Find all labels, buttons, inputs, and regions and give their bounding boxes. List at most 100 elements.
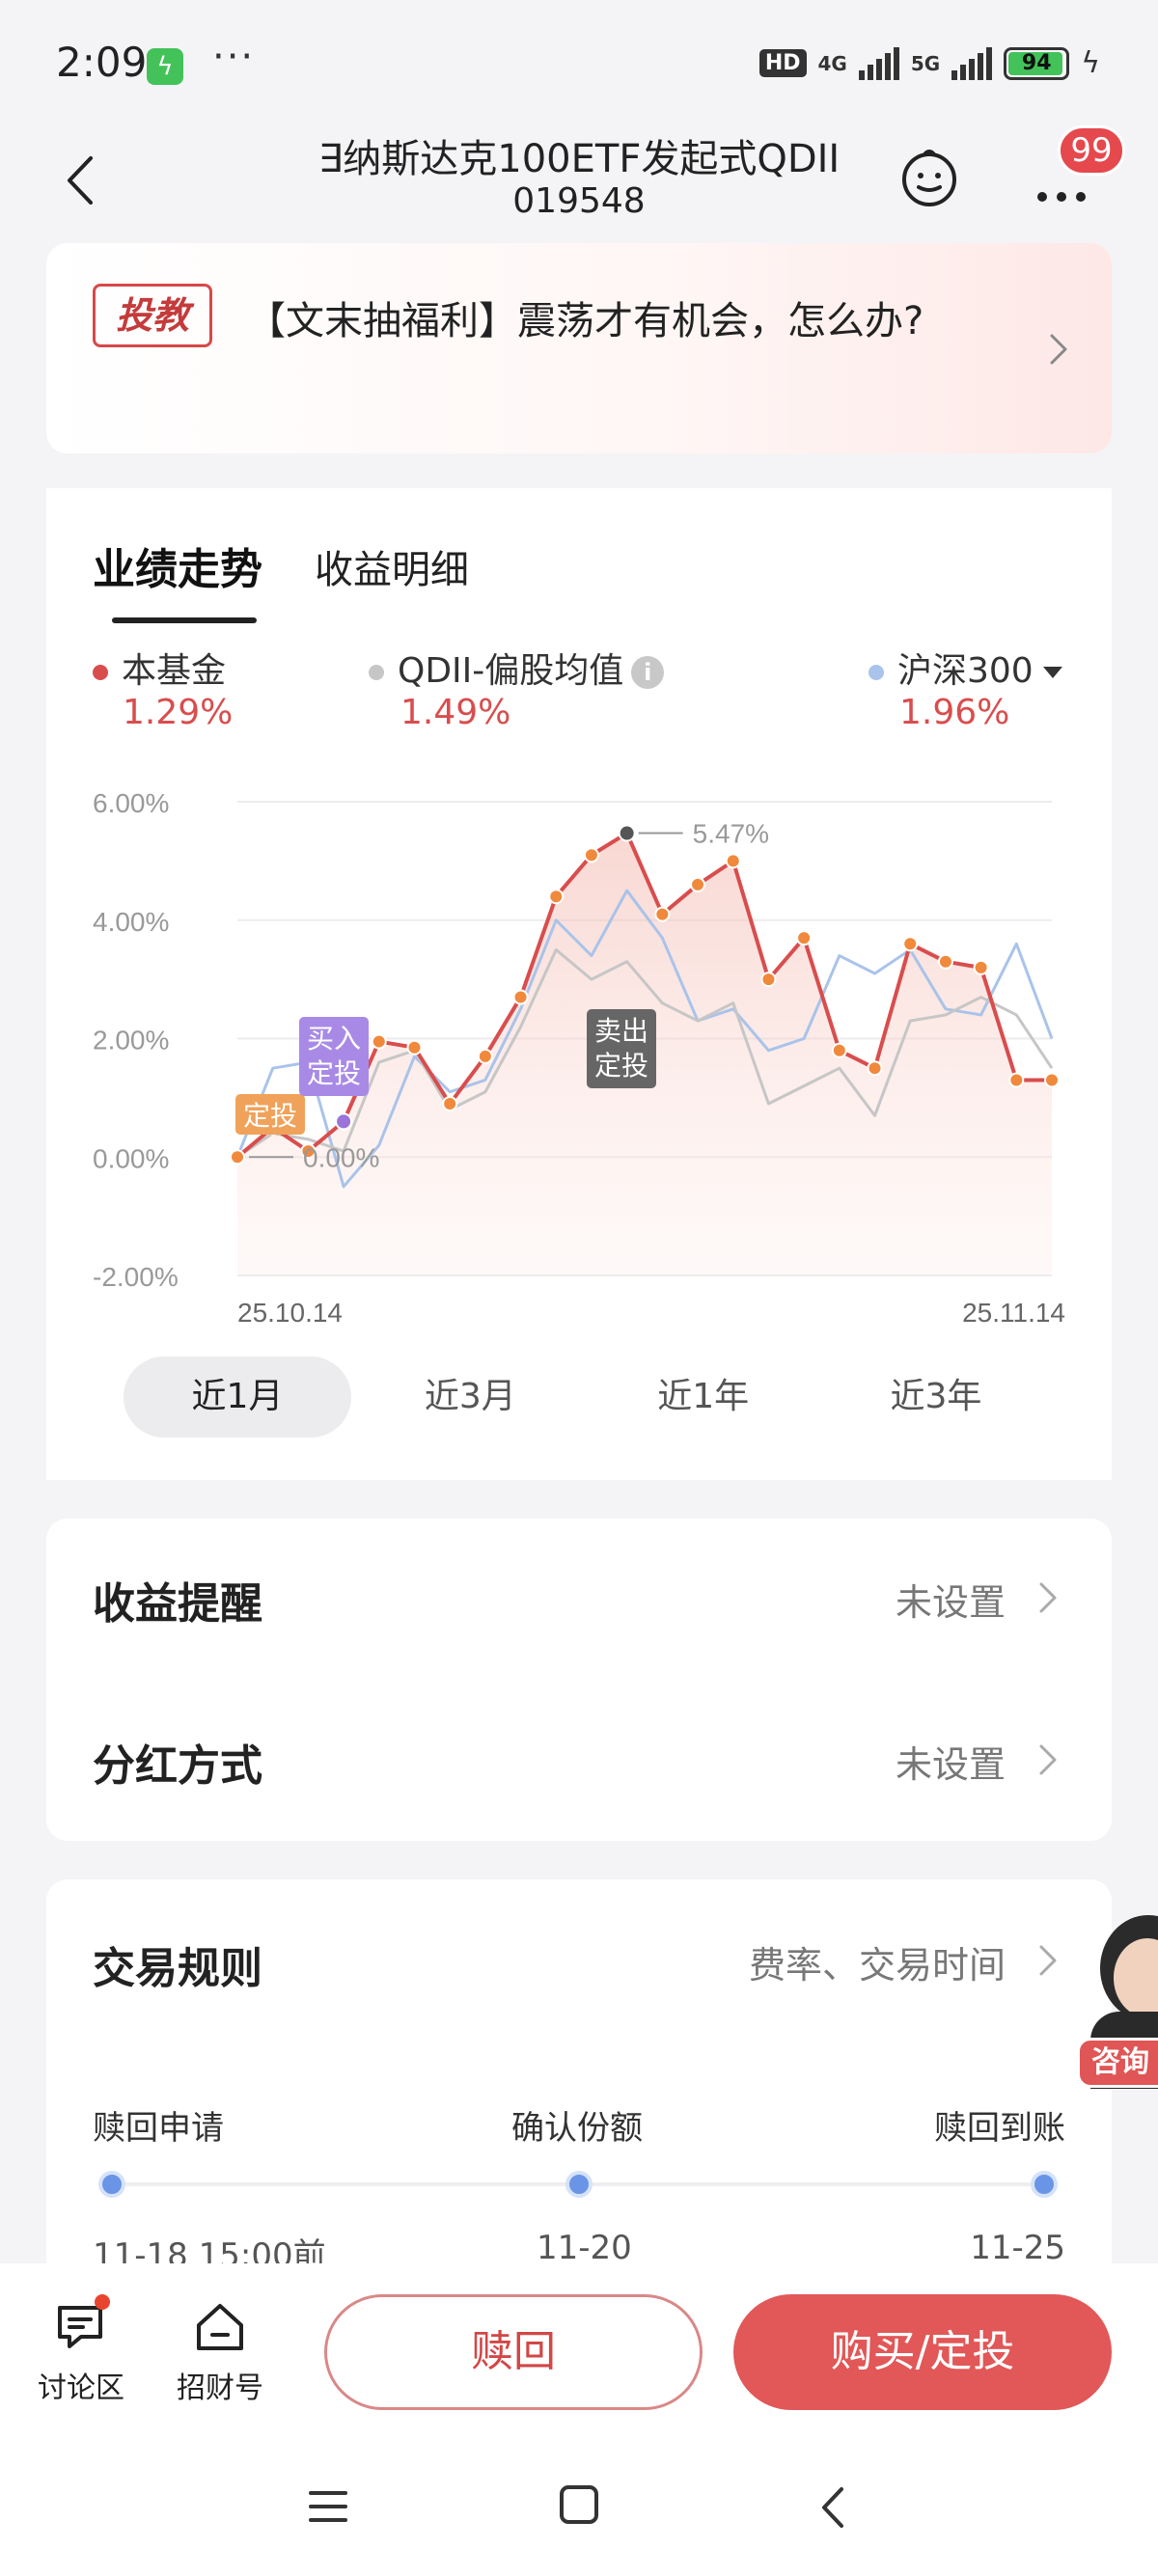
system-navigation-bar bbox=[0, 2447, 1158, 2576]
max-point bbox=[618, 824, 636, 842]
step-date: 11-25 bbox=[970, 2229, 1065, 2267]
education-banner[interactable]: 【文末抽福利】震荡才有机会，怎么办? 投教 bbox=[46, 243, 1112, 453]
hd-badge: HD bbox=[758, 49, 807, 77]
x-tick-label: 25.10.14 bbox=[237, 1298, 343, 1328]
chevron-right-icon bbox=[1039, 1582, 1057, 1613]
zhaocai-button[interactable]: 招财号 bbox=[162, 2298, 278, 2406]
network-5g-label: 5G bbox=[910, 51, 941, 75]
fund-code: 019548 bbox=[512, 181, 646, 221]
battery-icon: 94 bbox=[1004, 46, 1070, 80]
banner-text: 【文末抽福利】震荡才有机会，怎么办? bbox=[247, 299, 924, 343]
notification-badge: 99 bbox=[1058, 125, 1125, 176]
range-tab-1m[interactable]: 近1月 bbox=[124, 1357, 351, 1438]
signal-5g-icon bbox=[951, 46, 993, 80]
charging-app-icon: ϟ bbox=[147, 48, 183, 85]
setting-label: 收益提醒 bbox=[93, 1579, 262, 1629]
status-bar: 2:09 ϟ ··· HD 4G 5G 94 ϟ bbox=[0, 0, 1158, 125]
fund-data-point bbox=[406, 1039, 423, 1055]
sell-tag-text: 卖出 bbox=[594, 1015, 648, 1047]
fund-data-point bbox=[796, 930, 813, 946]
discussion-label: 讨论区 bbox=[38, 2371, 124, 2405]
range-tab-3m[interactable]: 近3月 bbox=[356, 1357, 584, 1438]
fund-data-point bbox=[1008, 1072, 1025, 1088]
chevron-right-icon bbox=[1050, 334, 1067, 365]
fund-data-point bbox=[902, 936, 919, 952]
rules-fee-link[interactable]: 费率、交易时间 bbox=[749, 1935, 1006, 1988]
step-redeem-arrival: 赎回到账 bbox=[934, 2109, 1065, 2148]
fund-data-point bbox=[867, 1060, 883, 1077]
status-indicators: HD 4G 5G 94 ϟ bbox=[758, 46, 1100, 80]
system-back-icon[interactable] bbox=[813, 2483, 855, 2532]
buy-tag-text: 买入 bbox=[307, 1023, 361, 1055]
network-4g-label: 4G bbox=[817, 51, 847, 75]
fund-data-point bbox=[1044, 1072, 1060, 1088]
fund-data-point bbox=[371, 1033, 387, 1050]
chevron-right-icon bbox=[1039, 1945, 1057, 1976]
setting-label: 分红方式 bbox=[93, 1741, 262, 1791]
settings-card: 收益提醒 未设置 分红方式 未设置 bbox=[46, 1519, 1112, 1841]
sell-tag-text: 定投 bbox=[594, 1050, 648, 1082]
timeline-dot bbox=[565, 2171, 593, 2198]
performance-card: 业绩走势 收益明细 本基金 1.29% QDII-偏股均值 i 1.49% 沪深3… bbox=[46, 488, 1112, 1480]
step-confirm-shares: 确认份额 bbox=[511, 2109, 643, 2148]
timeline-dot bbox=[98, 2171, 125, 2198]
range-selector: 近1月 近3月 近1年 近3年 bbox=[124, 1357, 1050, 1438]
fund-data-point bbox=[442, 1096, 458, 1112]
min-value-label: 0.00% bbox=[303, 1142, 379, 1172]
discussion-button[interactable]: 讨论区 bbox=[23, 2294, 139, 2406]
menu-icon[interactable] bbox=[307, 2485, 349, 2528]
home-icon bbox=[191, 2298, 249, 2356]
dingtou-tag-text: 定投 bbox=[243, 1100, 297, 1132]
buy-point bbox=[335, 1112, 353, 1131]
charging-icon: ϟ bbox=[1081, 46, 1100, 80]
y-tick-label: 4.00% bbox=[93, 907, 169, 937]
chevron-right-icon bbox=[1039, 1744, 1057, 1775]
y-tick-label: -2.00% bbox=[93, 1262, 179, 1292]
home-square-icon[interactable] bbox=[558, 2483, 600, 2526]
buy-invest-button[interactable]: 购买/定投 bbox=[733, 2294, 1112, 2410]
step-date: 11-20 bbox=[537, 2229, 632, 2267]
setting-value: 未设置 bbox=[895, 1743, 1006, 1786]
buy-tag-text: 定投 bbox=[307, 1057, 361, 1089]
back-arrow-icon[interactable] bbox=[58, 147, 106, 214]
fund-data-point bbox=[831, 1042, 847, 1058]
fund-data-point bbox=[477, 1048, 493, 1064]
battery-level: 94 bbox=[1021, 50, 1052, 75]
y-tick-label: 0.00% bbox=[93, 1143, 169, 1173]
bottom-action-bar: 讨论区 招财号 赎回 购买/定投 bbox=[0, 2263, 1158, 2447]
chat-icon bbox=[52, 2294, 110, 2356]
range-tab-3y[interactable]: 近3年 bbox=[822, 1357, 1050, 1438]
performance-chart[interactable]: 6.00% 4.00% 2.00% 0.00% -2.00% 25.10.14 25.11.… bbox=[46, 488, 1112, 1337]
fund-data-point bbox=[230, 1149, 245, 1165]
consult-button[interactable]: 咨询 bbox=[1077, 2038, 1158, 2088]
fund-data-point bbox=[760, 972, 777, 988]
fund-data-point bbox=[654, 906, 671, 922]
fund-data-point bbox=[973, 959, 989, 975]
fund-data-point bbox=[583, 847, 599, 863]
signal-4g-icon bbox=[858, 46, 899, 80]
y-tick-label: 2.00% bbox=[93, 1026, 169, 1055]
status-time: 2:09 bbox=[56, 39, 148, 86]
range-tab-1y[interactable]: 近1年 bbox=[590, 1357, 817, 1438]
fund-title: ∃纳斯达克100ETF发起式QDII bbox=[318, 137, 840, 181]
notification-more-icon: ··· bbox=[212, 35, 256, 79]
customer-service-icon[interactable] bbox=[897, 145, 961, 208]
fund-data-point bbox=[725, 853, 741, 869]
fund-data-point bbox=[937, 953, 953, 970]
top-nav: ∃纳斯达克100ETF发起式QDII 019548 99 bbox=[0, 125, 1158, 241]
fund-data-point bbox=[690, 876, 706, 892]
dividend-method-row[interactable]: 分红方式 未设置 bbox=[46, 1681, 1112, 1841]
rules-title: 交易规则 bbox=[93, 1944, 262, 1993]
setting-value: 未设置 bbox=[895, 1581, 1006, 1624]
fund-data-point bbox=[512, 989, 529, 1005]
unread-dot bbox=[95, 2294, 110, 2310]
income-reminder-row[interactable]: 收益提醒 未设置 bbox=[46, 1519, 1112, 1679]
redeem-button[interactable]: 赎回 bbox=[324, 2294, 703, 2410]
x-tick-label: 25.11.14 bbox=[962, 1298, 1065, 1328]
zhaocai-label: 招财号 bbox=[177, 2371, 263, 2405]
timeline-dot bbox=[1031, 2171, 1058, 2198]
y-tick-label: 6.00% bbox=[93, 788, 169, 818]
max-value-label: 5.47% bbox=[693, 819, 769, 849]
banner-tag: 投教 bbox=[93, 284, 212, 347]
step-redeem-apply: 赎回申请 bbox=[93, 2109, 224, 2148]
